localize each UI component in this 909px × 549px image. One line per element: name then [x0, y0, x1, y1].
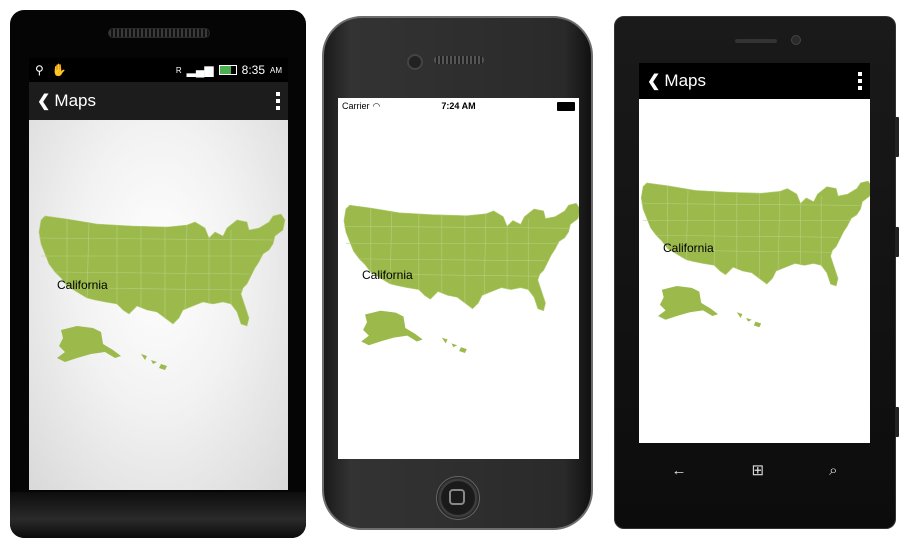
us-map[interactable] [37, 214, 287, 374]
back-chevron-icon[interactable]: ❮ [647, 71, 660, 91]
wp-app-bar: ❮ Maps [639, 63, 870, 99]
search-icon[interactable]: ⌕ [829, 462, 837, 479]
app-title: Maps [664, 71, 706, 90]
ios-status-bar: Carrier ◠ 7:24 AM [338, 98, 579, 114]
status-time: 7:24 AM [441, 101, 476, 111]
back-arrow-icon[interactable]: ← [672, 462, 687, 479]
battery-icon [218, 65, 237, 75]
signal-icon: ▂▄▆ [186, 63, 214, 77]
roaming-indicator: R [175, 65, 182, 75]
windows-phone-frame: ❮ Maps California ← ⊞ ⌕ [614, 16, 899, 529]
front-camera [791, 35, 801, 45]
iphone-frame: Carrier ◠ 7:24 AM California [322, 16, 593, 530]
camera-button [895, 407, 899, 437]
android-status-bar: ⚲ ✋ R ▂▄▆ 8:35 AM [29, 58, 288, 82]
phone-chin [10, 492, 306, 538]
status-time: 8:35 [241, 63, 265, 77]
power-button [895, 227, 899, 257]
map-label-california: California [362, 268, 413, 282]
app-title: Maps [54, 91, 96, 110]
android-phone-frame: ⚲ ✋ R ▂▄▆ 8:35 AM ❮ Maps California [10, 10, 306, 538]
android-app-bar: ❮ Maps [29, 82, 288, 120]
notification-icon: ✋ [51, 63, 67, 77]
windows-start-icon[interactable]: ⊞ [752, 461, 765, 479]
earpiece-speaker [108, 28, 210, 38]
volume-button [895, 117, 899, 157]
map-view[interactable]: California [29, 120, 288, 490]
earpiece-speaker [735, 39, 777, 43]
back-chevron-icon[interactable]: ❮ [37, 91, 50, 111]
us-map[interactable] [639, 181, 870, 331]
earpiece-speaker [434, 56, 484, 64]
home-button[interactable] [436, 476, 480, 520]
map-label-california: California [57, 278, 108, 292]
map-label-california: California [663, 241, 714, 255]
usb-icon: ⚲ [35, 63, 44, 77]
iphone-screen: Carrier ◠ 7:24 AM California [338, 98, 579, 459]
front-camera [407, 54, 423, 70]
overflow-menu-icon[interactable] [276, 92, 280, 110]
overflow-menu-icon[interactable] [858, 72, 862, 90]
wp-nav-bar: ← ⊞ ⌕ [639, 457, 870, 483]
windows-screen: ❮ Maps California [639, 63, 870, 443]
android-screen: ⚲ ✋ R ▂▄▆ 8:35 AM ❮ Maps California [29, 58, 288, 490]
status-ampm: AM [270, 65, 282, 75]
